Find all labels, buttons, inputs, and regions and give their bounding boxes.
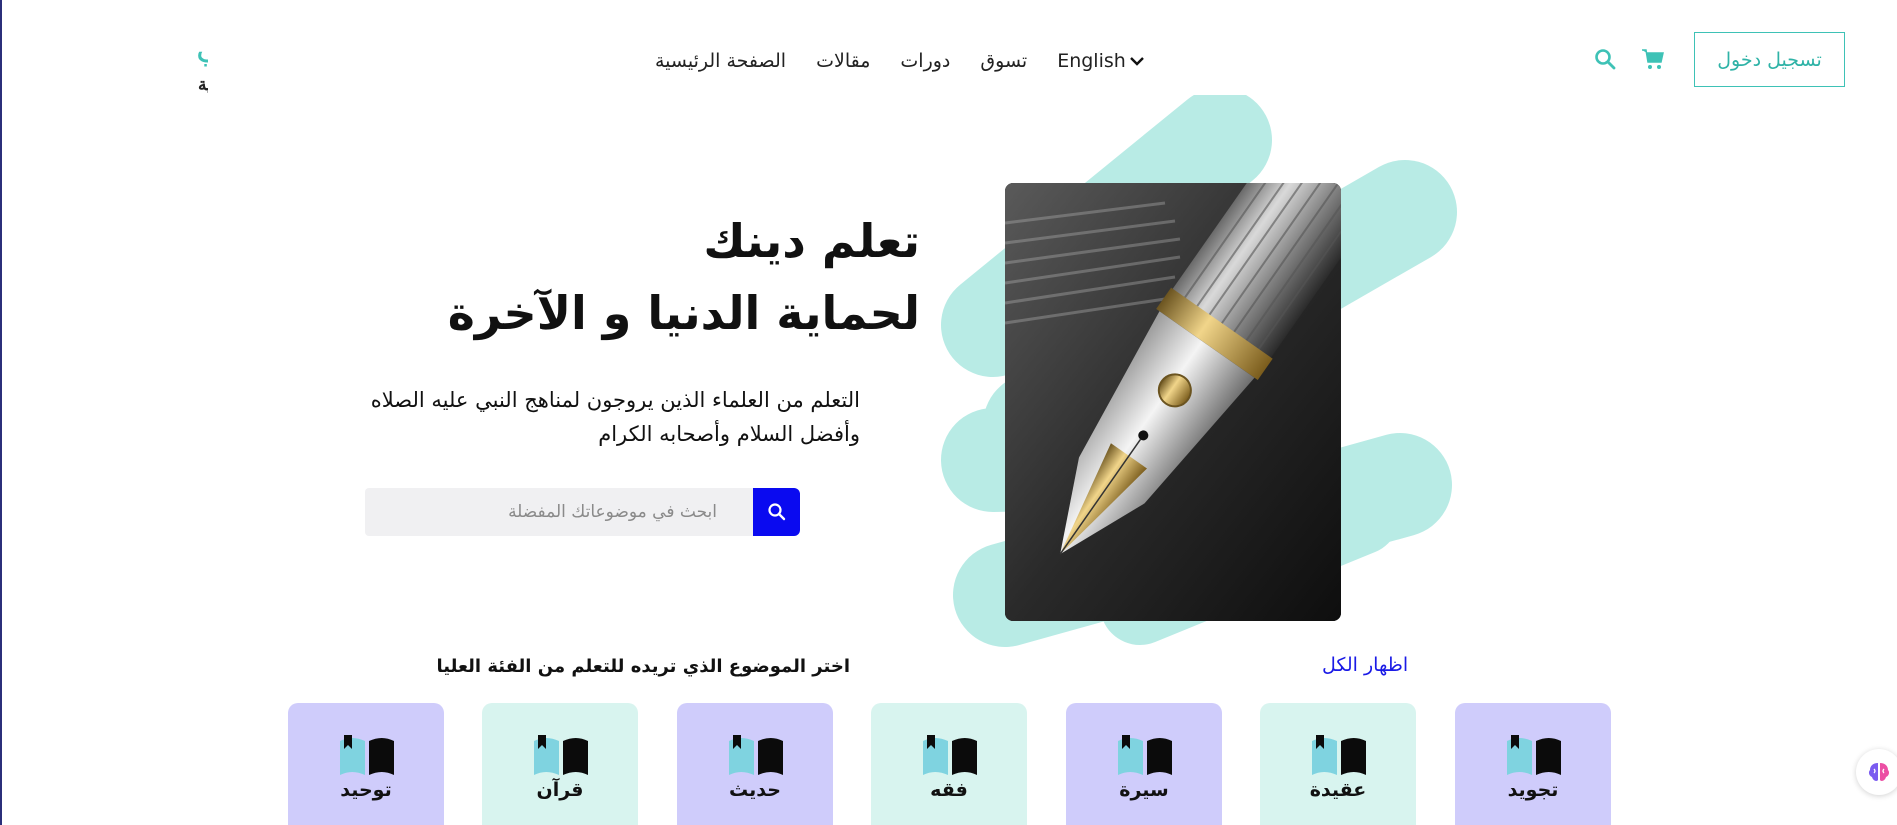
- nav-item-home[interactable]: الصفحة الرئيسية: [655, 50, 786, 72]
- nav-item-courses[interactable]: دورات: [900, 50, 950, 72]
- category-label: فقه: [930, 779, 968, 801]
- language-selector[interactable]: English: [1057, 50, 1145, 72]
- book-icon: [729, 735, 783, 775]
- nav-item-articles[interactable]: مقالات: [816, 50, 870, 72]
- site-logo[interactable]: المدخلي إحياء السنة النبوية: [48, 14, 326, 104]
- category-label: سيرة: [1119, 779, 1169, 801]
- categories-heading: اختر الموضوع الذي تريده للتعلم من الفئة …: [436, 656, 850, 677]
- search-icon: [767, 503, 785, 521]
- category-card-tajweed[interactable]: تجويد: [1455, 703, 1611, 825]
- category-label: تجويد: [1507, 779, 1559, 801]
- topic-search-input[interactable]: [365, 488, 753, 536]
- brain-icon: [1868, 763, 1890, 781]
- category-card-hadith[interactable]: حديث: [677, 703, 833, 825]
- hero-title: تعلم دينك لحماية الدنيا و الآخرة: [360, 205, 920, 349]
- cart-icon[interactable]: [1641, 47, 1665, 71]
- hero-subtitle-line-2: وأفضل السلام وأصحابه الكرام: [598, 422, 860, 446]
- window-edge: [0, 0, 2, 825]
- category-label: قرآن: [536, 779, 584, 801]
- category-card-seerah[interactable]: سيرة: [1066, 703, 1222, 825]
- book-icon: [340, 735, 394, 775]
- book-icon: [534, 735, 588, 775]
- ai-assistant-button[interactable]: [1856, 749, 1897, 795]
- hero-image-fountain-pen: [1005, 183, 1341, 621]
- hero-title-line-2: لحماية الدنيا و الآخرة: [447, 286, 920, 340]
- nav-item-shop[interactable]: تسوق: [980, 50, 1027, 72]
- category-card-fiqh[interactable]: فقه: [871, 703, 1027, 825]
- hero-subtitle: التعلم من العلماء الذين يروجون لمناهج ال…: [360, 383, 860, 451]
- category-label: حديث: [729, 779, 781, 801]
- show-all-link[interactable]: اظهار الكل: [1322, 654, 1408, 676]
- category-label: توحيد: [340, 779, 392, 801]
- logo-text-main: المدخلي: [196, 27, 208, 67]
- category-card-aqeedah[interactable]: عقيدة: [1260, 703, 1416, 825]
- book-icon: [1507, 735, 1561, 775]
- hero-title-line-1: تعلم دينك: [703, 214, 920, 268]
- search-icon[interactable]: [1594, 48, 1616, 70]
- hero-subtitle-line-1: التعلم من العلماء الذين يروجون لمناهج ال…: [370, 388, 860, 412]
- category-card-quran[interactable]: قرآن: [482, 703, 638, 825]
- topic-search-button[interactable]: [753, 488, 800, 536]
- category-card-tawheed[interactable]: توحيد: [288, 703, 444, 825]
- book-icon: [1312, 735, 1366, 775]
- logo-text-sub: إحياء السنة النبوية: [198, 75, 208, 95]
- book-icon: [1118, 735, 1172, 775]
- category-label: عقيدة: [1309, 779, 1367, 801]
- main-nav: الصفحة الرئيسية مقالات دورات تسوق Englis…: [655, 46, 1145, 76]
- book-icon: [923, 735, 977, 775]
- login-button[interactable]: تسجيل دخول: [1694, 32, 1845, 87]
- chevron-down-icon: [1129, 57, 1144, 66]
- language-label: English: [1057, 50, 1126, 72]
